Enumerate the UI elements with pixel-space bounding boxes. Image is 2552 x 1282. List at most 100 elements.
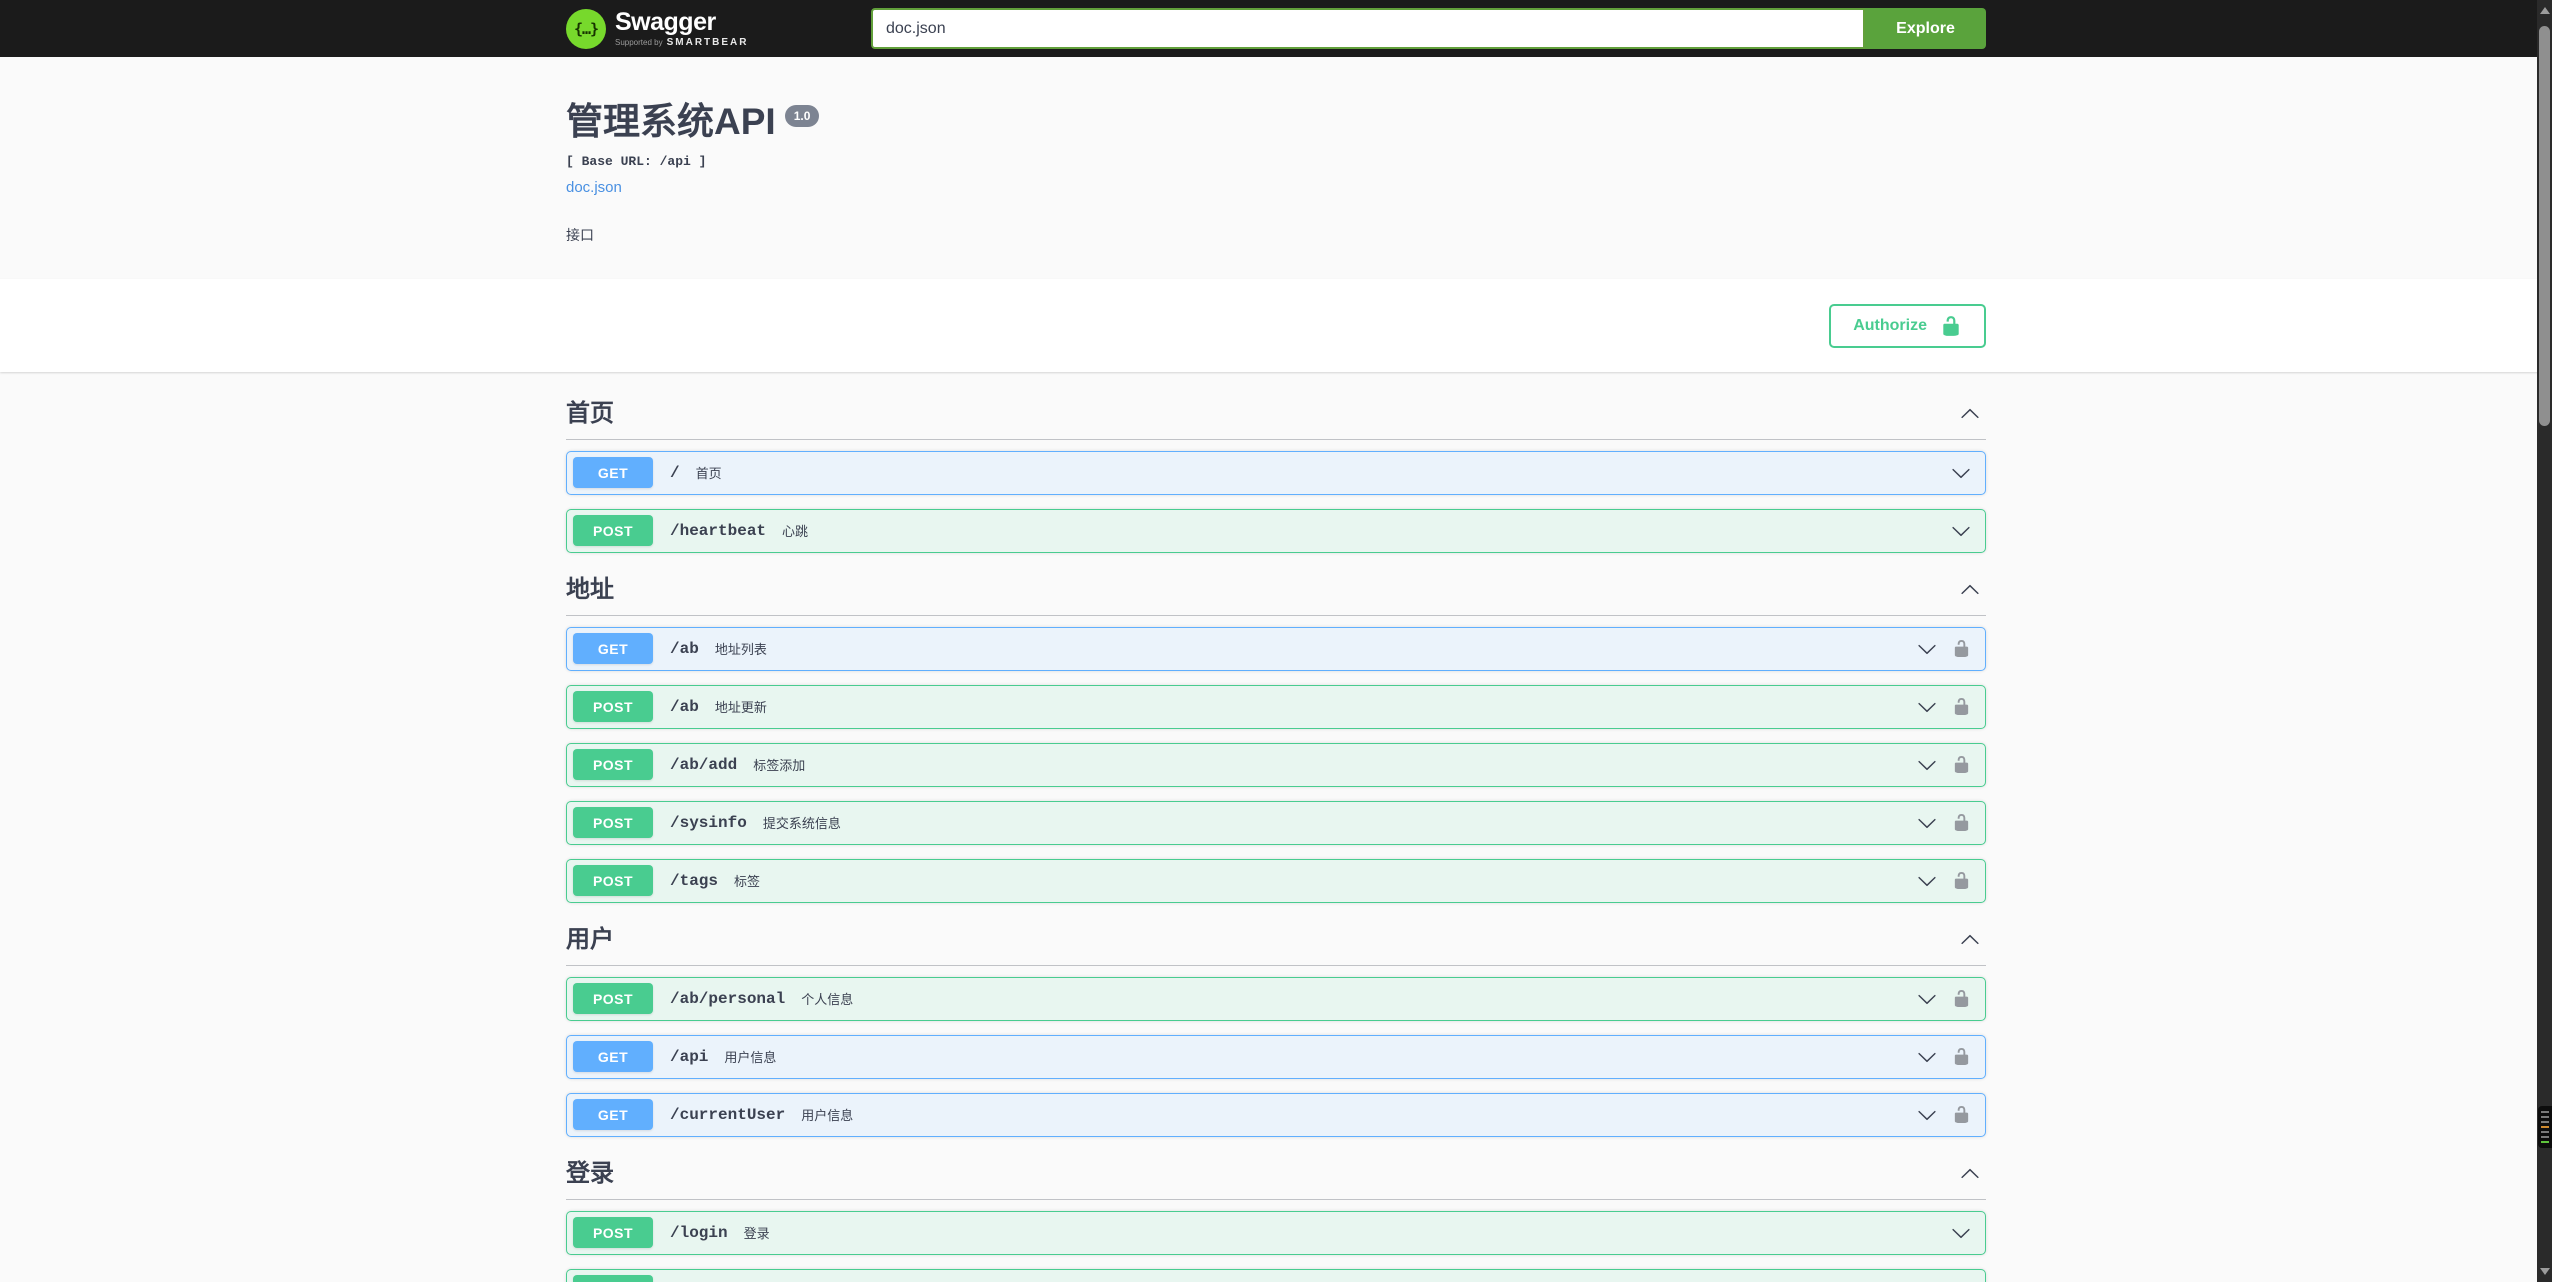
- unlock-icon[interactable]: [1952, 987, 1971, 1010]
- unlock-icon[interactable]: [1952, 695, 1971, 718]
- tag-title: 用户: [566, 925, 614, 953]
- endpoint-path: /login: [670, 1223, 728, 1242]
- endpoint-row[interactable]: POST /sysinfo 提交系统信息: [566, 800, 1986, 845]
- endpoint-summary: 首页: [695, 466, 722, 482]
- chevron-down-icon[interactable]: [1917, 871, 1937, 891]
- endpoint-row[interactable]: POST /loginout 登录状态: [566, 1268, 1986, 1282]
- unlock-icon: [1940, 315, 1962, 337]
- unlock-icon[interactable]: [1952, 637, 1971, 660]
- endpoint-summary: 地址列表: [714, 642, 767, 658]
- http-method-badge: POST: [573, 1275, 653, 1282]
- spec-url-form: Explore: [871, 8, 1986, 49]
- scrollbar-markers-widget: [2538, 1106, 2552, 1148]
- chevron-down-icon[interactable]: [1951, 1223, 1971, 1243]
- http-method-badge: POST: [573, 749, 653, 781]
- endpoint-summary: 标签添加: [753, 758, 806, 774]
- tag-header[interactable]: 首页: [566, 391, 1986, 440]
- endpoint-path: /heartbeat: [670, 521, 767, 540]
- endpoint-summary: 标签: [734, 874, 761, 890]
- chevron-down-icon[interactable]: [1917, 639, 1937, 659]
- endpoint-row[interactable]: POST /ab/personal 个人信息: [566, 976, 1986, 1021]
- chevron-down-icon[interactable]: [1917, 1105, 1937, 1125]
- endpoint-path: /api: [670, 1047, 709, 1066]
- endpoint-row[interactable]: POST /heartbeat 心跳: [566, 508, 1986, 553]
- scroll-down-arrow-icon[interactable]: [2539, 1268, 2550, 1275]
- chevron-up-icon[interactable]: [1960, 1164, 1980, 1184]
- topbar: {…} Swagger Supported by SMARTBEAR Explo…: [0, 0, 2552, 57]
- endpoint-path: /ab/add: [670, 755, 738, 774]
- scheme-container: Authorize: [0, 278, 2552, 372]
- endpoint-row[interactable]: GET / 首页: [566, 450, 1986, 495]
- endpoint-row[interactable]: POST /tags 标签: [566, 858, 1986, 903]
- chevron-down-icon[interactable]: [1917, 755, 1937, 775]
- endpoint-row[interactable]: POST /ab 地址更新: [566, 684, 1986, 729]
- unlock-icon[interactable]: [1952, 1103, 1971, 1126]
- chevron-down-icon[interactable]: [1951, 463, 1971, 483]
- scroll-up-arrow-icon[interactable]: [2539, 7, 2550, 14]
- http-method-badge: POST: [573, 691, 653, 723]
- endpoint-row[interactable]: GET /ab 地址列表: [566, 626, 1986, 671]
- supported-by-label: Supported by: [615, 37, 663, 47]
- browser-scrollbar[interactable]: [2537, 0, 2552, 1282]
- http-method-badge: POST: [573, 515, 653, 547]
- endpoint-list: GET /ab 地址列表 POST /ab 地址更新 POST /ab/add …: [566, 626, 1986, 903]
- tag-header[interactable]: 地址: [566, 567, 1986, 616]
- endpoint-path: /currentUser: [670, 1105, 786, 1124]
- info-section: 管理系统API 1.0 [ Base URL: /api ] doc.json …: [0, 57, 2552, 279]
- unlock-icon[interactable]: [1952, 1045, 1971, 1068]
- endpoint-row[interactable]: POST /ab/add 标签添加: [566, 742, 1986, 787]
- http-method-badge: GET: [573, 633, 653, 665]
- endpoint-row[interactable]: GET /api 用户信息: [566, 1034, 1986, 1079]
- api-tag-section: 地址 GET /ab 地址列表 POST /ab 地址更新 POST /ab/a…: [566, 567, 1986, 903]
- tag-header[interactable]: 用户: [566, 917, 1986, 966]
- endpoint-path: /sysinfo: [670, 813, 747, 832]
- unlock-icon[interactable]: [1952, 869, 1971, 892]
- endpoint-list: GET / 首页 POST /heartbeat 心跳: [566, 450, 1986, 553]
- spec-url-input[interactable]: [871, 8, 1865, 49]
- tag-header[interactable]: 登录: [566, 1151, 1986, 1200]
- chevron-down-icon[interactable]: [1917, 813, 1937, 833]
- api-tag-section: 登录 POST /login 登录 POST /loginout 登录状态: [566, 1151, 1986, 1282]
- endpoint-summary: 个人信息: [801, 992, 854, 1008]
- version-badge: 1.0: [784, 105, 820, 127]
- chevron-down-icon[interactable]: [1917, 697, 1937, 717]
- scrollbar-thumb[interactable]: [2539, 26, 2550, 426]
- http-method-badge: GET: [573, 457, 653, 489]
- chevron-up-icon[interactable]: [1960, 580, 1980, 600]
- swagger-logo-icon: {…}: [566, 8, 606, 49]
- spec-link[interactable]: doc.json: [566, 179, 622, 196]
- authorize-label: Authorize: [1853, 316, 1927, 334]
- tag-title: 登录: [566, 1159, 614, 1187]
- authorize-button[interactable]: Authorize: [1829, 303, 1986, 348]
- endpoint-path: /: [670, 463, 680, 482]
- api-description: 接口: [566, 226, 594, 243]
- endpoint-row[interactable]: GET /currentUser 用户信息: [566, 1092, 1986, 1137]
- api-tag-section: 用户 POST /ab/personal 个人信息 GET /api 用户信息: [566, 917, 1986, 1137]
- endpoint-path: /tags: [670, 871, 719, 890]
- brand-name: Swagger: [615, 7, 716, 36]
- http-method-badge: POST: [573, 1217, 653, 1249]
- swagger-logo[interactable]: {…} Swagger Supported by SMARTBEAR: [566, 7, 748, 49]
- endpoint-path: /ab: [670, 697, 699, 716]
- explore-button[interactable]: Explore: [1865, 8, 1986, 49]
- chevron-down-icon[interactable]: [1917, 1047, 1937, 1067]
- chevron-up-icon[interactable]: [1960, 404, 1980, 424]
- unlock-icon[interactable]: [1952, 811, 1971, 834]
- http-method-badge: POST: [573, 983, 653, 1015]
- api-tag-section: 首页 GET / 首页 POST /heartbeat 心跳: [566, 391, 1986, 553]
- http-method-badge: GET: [573, 1041, 653, 1073]
- endpoint-summary: 登录: [743, 1226, 770, 1242]
- http-method-badge: POST: [573, 807, 653, 839]
- page-title: 管理系统API: [566, 101, 776, 142]
- chevron-up-icon[interactable]: [1960, 930, 1980, 950]
- unlock-icon[interactable]: [1952, 753, 1971, 776]
- endpoint-path: /ab/personal: [670, 989, 786, 1008]
- chevron-down-icon[interactable]: [1951, 521, 1971, 541]
- endpoint-row[interactable]: POST /login 登录: [566, 1210, 1986, 1255]
- api-sections: 首页 GET / 首页 POST /heartbeat 心跳 地址 GET /a…: [566, 372, 1986, 1282]
- endpoint-path: /ab: [670, 639, 699, 658]
- endpoint-summary: 用户信息: [801, 1108, 854, 1124]
- endpoint-list: POST /login 登录 POST /loginout 登录状态: [566, 1210, 1986, 1282]
- chevron-down-icon[interactable]: [1917, 989, 1937, 1009]
- http-method-badge: POST: [573, 865, 653, 897]
